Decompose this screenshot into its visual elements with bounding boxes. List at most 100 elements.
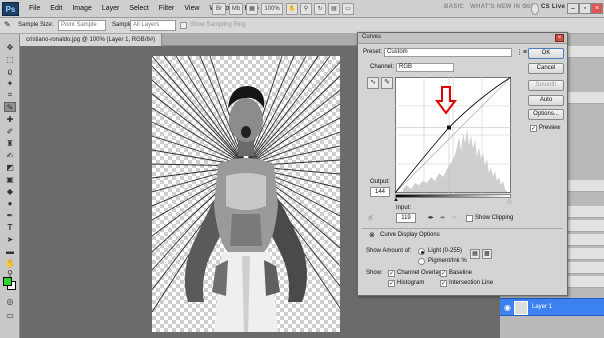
crop-tool-icon[interactable]: ⌗ <box>4 90 16 100</box>
menu-select[interactable]: Select <box>124 0 153 18</box>
layer-row[interactable]: ◉ Layer 1 <box>500 298 604 316</box>
pen-tool-icon[interactable]: ✒ <box>4 210 16 220</box>
pigment-radio[interactable] <box>418 258 425 265</box>
show-label: Show: <box>366 270 383 276</box>
document-tab[interactable]: cristiano-ronaldo.jpg @ 100% (Layer 1, R… <box>20 34 163 46</box>
search-icon[interactable] <box>531 3 539 15</box>
type-tool-icon[interactable]: T <box>4 222 16 232</box>
histogram-label: Histogram <box>397 280 425 286</box>
zoom-tool-icon[interactable]: ⚲ <box>300 3 312 15</box>
screen-mode-icon[interactable]: ▭ <box>342 3 354 15</box>
menu-view[interactable]: View <box>179 0 204 18</box>
layer-name[interactable]: Layer 1 <box>532 304 552 310</box>
close-icon[interactable]: × <box>555 34 564 42</box>
sample-size-select[interactable]: Point Sample <box>58 20 106 31</box>
healing-brush-tool-icon[interactable]: ✚ <box>4 114 16 124</box>
histogram-checkbox[interactable]: ✓ <box>388 280 395 287</box>
zoom-level-select[interactable]: 100% <box>261 3 283 15</box>
light-label: Light (0-255) <box>428 248 463 254</box>
close-button[interactable]: × <box>591 3 603 14</box>
minimize-button[interactable]: – <box>567 3 579 14</box>
light-radio[interactable] <box>418 248 425 255</box>
maximize-button[interactable]: ▫ <box>579 3 591 14</box>
eye-icon[interactable]: ◉ <box>504 303 511 312</box>
channel-overlays-checkbox[interactable]: ✓ <box>388 270 395 277</box>
document-canvas[interactable] <box>152 56 340 332</box>
menu-filter[interactable]: Filter <box>154 0 180 18</box>
preset-options-icon[interactable]: ⋮≡ <box>516 48 527 56</box>
auto-button[interactable]: Auto <box>528 95 564 106</box>
pigment-label: Pigment/Ink % <box>428 258 467 264</box>
eyedropper-tool-icon[interactable]: ✎ <box>4 102 16 112</box>
arrange-documents-icon[interactable]: ▤ <box>328 3 340 15</box>
options-button[interactable]: Options... <box>528 109 564 120</box>
move-tool-icon[interactable]: ✥ <box>4 42 16 52</box>
panel-row-a <box>568 206 604 218</box>
on-image-adjust-icon[interactable]: ☝ <box>368 214 372 222</box>
black-point-slider[interactable]: ▲ <box>393 197 399 203</box>
gray-eyedropper-icon[interactable]: ✒ <box>440 214 446 222</box>
sampling-ring-checkbox[interactable] <box>180 22 187 29</box>
quick-select-tool-icon[interactable]: ✦ <box>4 78 16 88</box>
panel-row-b <box>568 220 604 232</box>
blur-tool-icon[interactable]: ◆ <box>4 186 16 196</box>
menu-edit[interactable]: Edit <box>45 0 67 18</box>
path-select-tool-icon[interactable]: ➤ <box>4 234 16 244</box>
detailed-grid-icon[interactable]: ▩ <box>482 249 492 259</box>
show-clipping-label: Show Clipping <box>475 215 514 221</box>
curves-title-bar[interactable]: Curves × <box>358 33 567 44</box>
hand-tool-icon[interactable]: ✋ <box>4 258 16 268</box>
show-clipping-checkbox[interactable] <box>466 215 473 222</box>
input-field[interactable]: 119 <box>396 213 416 223</box>
panel-tab-adjustments[interactable] <box>568 92 604 104</box>
cancel-button[interactable]: Cancel <box>528 63 564 74</box>
pencil-icon[interactable]: ✎ <box>381 77 393 89</box>
workspace-chevron-icon[interactable]: » <box>524 4 528 10</box>
workspace-basic[interactable]: BASIC <box>444 4 464 10</box>
smooth-button[interactable]: Smooth <box>528 80 564 91</box>
sample-select[interactable]: All Layers <box>130 20 176 31</box>
curve-points-icon[interactable]: ∿ <box>367 77 379 89</box>
rotate-view-icon[interactable]: ↻ <box>314 3 326 15</box>
panel-tab-color[interactable] <box>568 46 604 58</box>
expand-options-icon[interactable]: ⊗ <box>369 231 375 239</box>
menu-file[interactable]: File <box>24 0 45 18</box>
brush-tool-icon[interactable]: ✐ <box>4 126 16 136</box>
view-extras-icon[interactable]: ▦ <box>246 3 258 15</box>
dodge-tool-icon[interactable]: ● <box>4 198 16 208</box>
intersection-line-checkbox[interactable]: ✓ <box>440 280 447 287</box>
clone-stamp-tool-icon[interactable]: ♜ <box>4 138 16 148</box>
marquee-tool-icon[interactable]: ⬚ <box>4 54 16 64</box>
eraser-tool-icon[interactable]: ◩ <box>4 162 16 172</box>
panel-tab-swatches[interactable] <box>568 180 604 192</box>
screen-mode-icon[interactable]: ▭ <box>4 310 16 320</box>
mini-bridge-icon[interactable]: Mb <box>229 3 243 15</box>
eyedropper-preset-icon[interactable]: ✎ <box>4 20 11 29</box>
menu-layer[interactable]: Layer <box>97 0 125 18</box>
input-label: Input: <box>396 205 412 211</box>
baseline-label: Baseline <box>449 270 473 276</box>
gradient-tool-icon[interactable]: ▣ <box>4 174 16 184</box>
preset-select[interactable]: Custom <box>384 48 512 57</box>
ok-button[interactable]: OK <box>528 48 564 59</box>
simple-grid-icon[interactable]: ▦ <box>470 249 480 259</box>
cs-live-button[interactable]: CS Live <box>541 4 565 10</box>
black-eyedropper-icon[interactable]: ✒ <box>428 214 434 222</box>
hand-tool-icon[interactable]: ✋ <box>286 3 298 15</box>
foreground-color-swatch[interactable] <box>3 277 12 286</box>
launch-bridge-icon[interactable]: Br <box>212 3 226 15</box>
quick-mask-icon[interactable]: ◎ <box>4 296 16 306</box>
history-brush-tool-icon[interactable]: ✍ <box>4 150 16 160</box>
menu-image[interactable]: Image <box>67 0 96 18</box>
shape-tool-icon[interactable]: ▬ <box>4 246 16 256</box>
white-eyedropper-icon[interactable]: ✒ <box>452 214 458 222</box>
curve-control-point[interactable] <box>447 125 451 130</box>
output-field[interactable]: 144 <box>370 187 390 197</box>
curve-graph[interactable] <box>395 77 511 193</box>
preview-checkbox[interactable]: ✓ <box>530 125 537 132</box>
channel-select[interactable]: RGB <box>396 63 454 72</box>
lasso-tool-icon[interactable]: ϱ <box>4 66 16 76</box>
baseline-checkbox[interactable]: ✓ <box>440 270 447 277</box>
show-amount-label: Show Amount of: <box>366 248 412 254</box>
white-point-slider[interactable]: △ <box>507 197 512 204</box>
